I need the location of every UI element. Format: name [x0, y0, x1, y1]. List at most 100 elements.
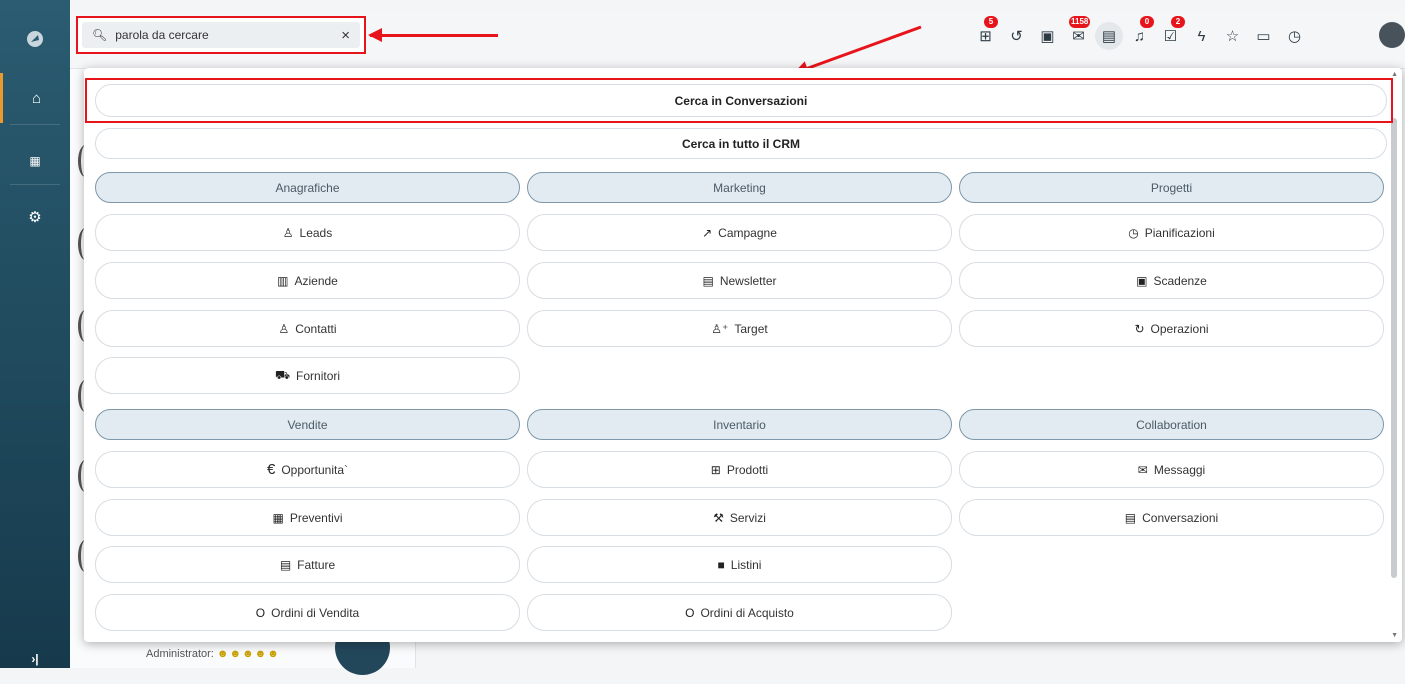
search-in-scadenze[interactable]: ▣ Scadenze — [959, 262, 1384, 299]
group-heading-progetti: Progetti — [959, 172, 1384, 203]
search-input[interactable] — [115, 28, 342, 42]
calendar-button[interactable]: ▣ — [1032, 24, 1063, 48]
mail-icon: ✉ — [1137, 462, 1148, 477]
sidebar-item-home[interactable]: ⌂ — [0, 73, 70, 123]
quick-actions-button[interactable]: ϟ — [1186, 24, 1217, 48]
home-icon: ⌂ — [31, 89, 42, 107]
app-logo[interactable] — [0, 14, 70, 64]
search-in-listini[interactable]: ■ Listini — [527, 546, 952, 583]
search-highlight: 🔍︎ × — [76, 16, 366, 54]
sidebar-expand[interactable]: ›| — [0, 634, 70, 684]
chat-button[interactable]: ▤ — [1095, 22, 1123, 50]
timer-icon: ◷ — [1287, 28, 1302, 45]
grid-icon: ⊞ — [710, 462, 721, 477]
sidebar-item-grid[interactable]: ▦ — [0, 136, 70, 186]
person-icon: ♙ — [282, 225, 294, 240]
search-in-newsletter[interactable]: ▤ Newsletter — [527, 262, 952, 299]
scrollbar-thumb[interactable] — [1391, 118, 1397, 578]
group-heading-inventario: Inventario — [527, 409, 952, 440]
notifications-button[interactable]: ♫ 0 — [1124, 16, 1155, 48]
sidebar-item-settings[interactable]: ⚙ — [0, 192, 70, 242]
rating-icons: ☻☻☻☻☻ — [216, 648, 280, 660]
search-current-highlight — [85, 78, 1393, 123]
search-in-aziende[interactable]: ▥ Aziende — [95, 262, 520, 299]
group-heading-vendite: Vendite — [95, 409, 520, 440]
top-toolbar: ⊞ 5 ↺ ▣ ✉ 1158 ▤ ♫ 0 ☑ 2 ϟ ☆ ▭ ◷ — [970, 16, 1310, 52]
document-icon: ▭ — [1256, 28, 1271, 45]
timer-button[interactable]: ◷ — [1279, 24, 1310, 48]
search-in-messaggi[interactable]: ✉ Messaggi — [959, 451, 1384, 488]
group-heading-marketing: Marketing — [527, 172, 952, 203]
mail-button[interactable]: ✉ 1158 — [1063, 16, 1094, 48]
gear-icon: ⚙ — [28, 209, 42, 226]
user-avatar[interactable] — [1379, 22, 1405, 48]
search-in-campagne[interactable]: ↗ Campagne — [527, 214, 952, 251]
add-person-icon: ♙⁺ — [711, 321, 729, 336]
search-in-servizi[interactable]: ⚒ Servizi — [527, 499, 952, 536]
notification-badge: 5 — [984, 16, 998, 28]
notification-badge: 0 — [1140, 16, 1154, 28]
mail-icon: ✉ — [1072, 28, 1085, 45]
search-in-ordini-vendita[interactable]: O Ordini di Vendita — [95, 594, 520, 631]
tasks-button[interactable]: ☑ 2 — [1155, 16, 1186, 48]
lightning-icon: ϟ — [1197, 27, 1206, 45]
person-icon: ♙ — [278, 321, 290, 336]
wrench-icon: ⚒ — [713, 510, 724, 525]
bell-icon: ♫ — [1133, 27, 1146, 45]
expand-icon: ›| — [31, 652, 39, 666]
notification-badge: 1158 — [1069, 16, 1091, 28]
documents-button[interactable]: ▭ — [1248, 24, 1279, 48]
search-in-operazioni[interactable]: ↻ Operazioni — [959, 310, 1384, 347]
clock-icon: ◷ — [1128, 225, 1139, 240]
role-label: Administrator: — [146, 648, 214, 660]
group-heading-anagrafiche: Anagrafiche — [95, 172, 520, 203]
search-in-fatture[interactable]: ▤ Fatture — [95, 546, 520, 583]
button-label: Cerca in tutto il CRM — [681, 136, 800, 151]
star-icon: ☆ — [1225, 28, 1240, 45]
trend-icon: ↗ — [702, 225, 713, 240]
search-in-contatti[interactable]: ♙ Contatti — [95, 310, 520, 347]
left-sidebar: ⌂ ▦ ⚙ ›| — [0, 0, 70, 668]
search-in-ordini-acquisto[interactable]: O Ordini di Acquisto — [527, 594, 952, 631]
close-icon[interactable]: × — [341, 27, 350, 44]
grid-icon: ▦ — [29, 154, 41, 168]
newsletter-icon: ▤ — [702, 273, 714, 288]
scroll-down-icon[interactable]: ▼ — [1391, 632, 1398, 639]
notification-badge: 2 — [1171, 16, 1185, 28]
book-icon: ■ — [717, 557, 725, 572]
list-footer: Administrator: ☻☻☻☻☻ — [146, 648, 280, 660]
building-icon: ▥ — [277, 273, 289, 288]
refresh-icon: ↻ — [1134, 321, 1145, 336]
global-search: 🔍︎ × — [82, 22, 360, 48]
search-in-pianificazioni[interactable]: ◷ Pianificazioni — [959, 214, 1384, 251]
search-in-opportunita[interactable]: € Opportunita` — [95, 451, 520, 488]
euro-icon: € — [266, 461, 276, 478]
search-in-prodotti[interactable]: ⊞ Prodotti — [527, 451, 952, 488]
truck-icon: ⛟ — [274, 367, 291, 382]
calculator-icon: ▦ — [272, 510, 284, 525]
search-in-fornitori[interactable]: ⛟ Fornitori — [95, 357, 520, 394]
calendar-icon: ▣ — [1040, 28, 1055, 45]
search-in-conversazioni[interactable]: ▤ Conversazioni — [959, 499, 1384, 536]
history-icon: ↺ — [1010, 28, 1023, 45]
document-icon: ▤ — [279, 557, 292, 572]
favorites-button[interactable]: ☆ — [1217, 24, 1248, 48]
group-heading-collaboration: Collaboration — [959, 409, 1384, 440]
chat-icon: ▤ — [1124, 510, 1137, 525]
search-icon: 🔍︎ — [92, 28, 108, 42]
sidebar-divider — [10, 184, 60, 185]
sidebar-divider — [10, 124, 60, 125]
search-in-target[interactable]: ♙⁺ Target — [527, 310, 952, 347]
chat-icon: ▤ — [1101, 28, 1117, 45]
search-in-preventivi[interactable]: ▦ Preventivi — [95, 499, 520, 536]
circle-icon: O — [255, 605, 266, 620]
history-button[interactable]: ↺ — [1001, 24, 1032, 48]
annotation-arrow — [368, 28, 498, 42]
hierarchy-button[interactable]: ⊞ 5 — [970, 16, 1001, 48]
scroll-up-icon[interactable]: ▲ — [1391, 71, 1398, 78]
checkbox-icon: ☑ — [1163, 28, 1178, 45]
search-in-leads[interactable]: ♙ Leads — [95, 214, 520, 251]
search-all-crm-button[interactable]: Cerca in tutto il CRM — [95, 128, 1387, 159]
logo-icon — [27, 31, 43, 47]
circle-icon: O — [685, 605, 695, 620]
